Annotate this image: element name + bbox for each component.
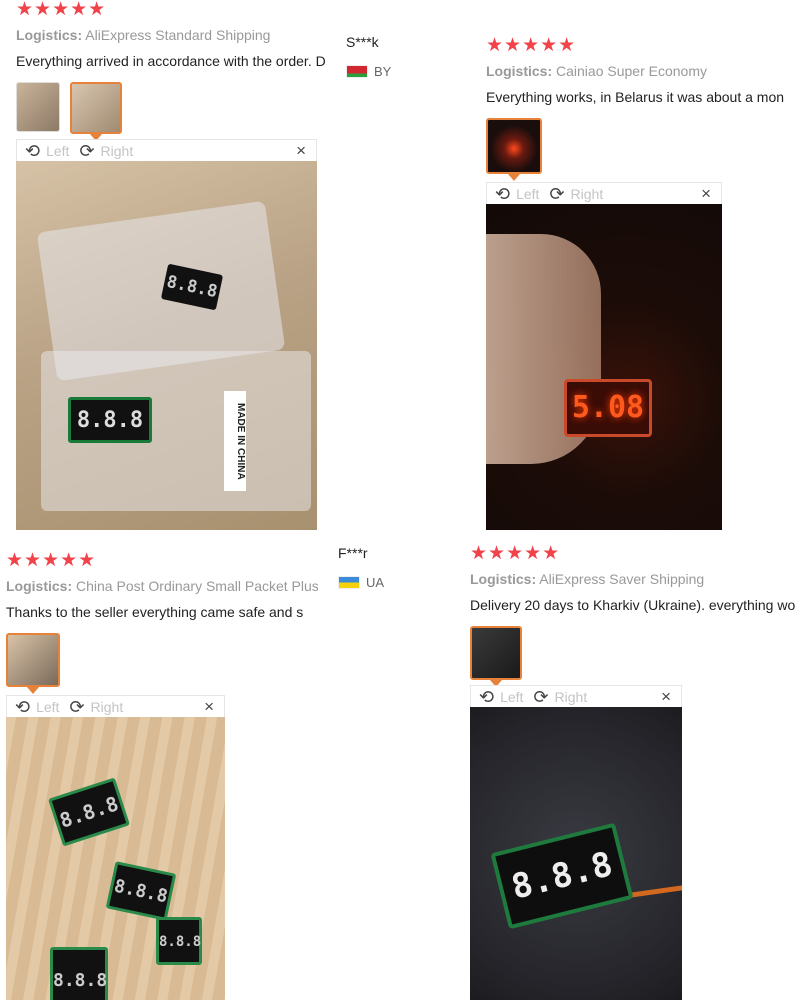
rating-stars: ★★★★★ — [470, 544, 561, 564]
voltmeter-display: 5.08 — [564, 379, 652, 437]
reviewer-info: S***k BY — [346, 34, 391, 79]
rotate-right-icon: ⟳ — [69, 696, 85, 717]
thumbnail-1[interactable] — [16, 82, 60, 132]
viewer-toolbar: ⟲ Left ⟳ Right × — [470, 685, 682, 707]
rotate-right-button[interactable]: ⟳ Right — [79, 142, 133, 160]
reviewer-info: F***r UA — [338, 545, 384, 590]
voltmeter-display: 8.8.8 — [490, 822, 634, 930]
close-icon[interactable]: × — [204, 697, 214, 717]
image-viewer-2: ⟲ Left ⟳ Right × 5.08 — [486, 182, 722, 530]
rotate-left-icon: ⟲ — [25, 140, 41, 161]
rotate-right-button[interactable]: ⟳ Right — [549, 185, 603, 203]
thumbnail-strip — [16, 82, 336, 134]
voltmeter-display: 8.8.8 — [68, 397, 152, 443]
close-icon[interactable]: × — [296, 141, 306, 161]
close-icon[interactable]: × — [661, 687, 671, 707]
image-viewer-4: ⟲ Left ⟳ Right × 8.8.8 — [470, 685, 682, 1000]
review-text: Everything works, in Belarus it was abou… — [486, 89, 785, 105]
rotate-right-button[interactable]: ⟳ Right — [69, 698, 123, 716]
reviewer-name: F***r — [338, 545, 368, 561]
flag-icon — [338, 576, 360, 589]
rotate-left-icon: ⟲ — [15, 696, 31, 717]
viewer-toolbar: ⟲ Left ⟳ Right × — [16, 139, 317, 161]
voltmeter-display: 8.8.8 — [156, 917, 202, 965]
thumbnail-strip — [6, 633, 318, 687]
rotate-left-icon: ⟲ — [495, 183, 511, 204]
rotate-right-icon: ⟳ — [549, 183, 565, 204]
rotate-left-icon: ⟲ — [479, 686, 495, 707]
review-4: ★★★★★ Logistics: AliExpress Saver Shippi… — [470, 544, 800, 694]
review-text: Thanks to the seller everything came saf… — [6, 604, 304, 620]
logistics-value: AliExpress Saver Shipping — [539, 571, 705, 587]
rotate-left-button[interactable]: ⟲ Left — [495, 185, 539, 203]
reviewer-name: S***k — [346, 34, 379, 50]
rating-stars: ★★★★★ — [486, 36, 577, 56]
flag-icon — [346, 65, 368, 78]
logistics-line: Logistics: AliExpress Standard Shipping — [16, 26, 336, 44]
review-photo: 8.8.8 8.8.8 MADE IN CHINA — [16, 161, 317, 530]
review-photo: 8.8.8 — [470, 707, 682, 1000]
voltmeter-display: 8.8.8 — [50, 947, 108, 1000]
logistics-label: Logistics: — [16, 27, 83, 43]
rotate-right-icon: ⟳ — [533, 686, 549, 707]
reviewer-country: UA — [338, 575, 384, 590]
rotate-left-button[interactable]: ⟲ Left — [479, 688, 523, 706]
package-label: MADE IN CHINA — [224, 391, 246, 491]
logistics-value: AliExpress Standard Shipping — [85, 27, 271, 43]
thumbnail-1[interactable] — [470, 626, 522, 680]
logistics-value: Cainiao Super Economy — [556, 63, 707, 79]
review-text: Everything arrived in accordance with th… — [16, 53, 326, 69]
review-3: ★★★★★ Logistics: China Post Ordinary Sma… — [6, 551, 318, 701]
rotate-right-icon: ⟳ — [79, 140, 95, 161]
thumbnail-strip — [486, 118, 800, 174]
review-2: ★★★★★ Logistics: Cainiao Super Economy E… — [486, 36, 800, 186]
voltmeter-display: 8.8.8 — [47, 777, 131, 847]
rating-stars: ★★★★★ — [16, 0, 107, 20]
rotate-right-button[interactable]: ⟳ Right — [533, 688, 587, 706]
rating-stars: ★★★★★ — [6, 551, 97, 571]
thumbnail-1[interactable] — [486, 118, 542, 174]
thumbnail-2[interactable] — [70, 82, 122, 134]
logistics-line: Logistics: China Post Ordinary Small Pac… — [6, 577, 318, 595]
review-photo: 5.08 — [486, 204, 722, 530]
review-photo: 8.8.8 8.8.8 8.8.8 8.8.8 — [6, 717, 225, 1000]
close-icon[interactable]: × — [701, 184, 711, 204]
review-text: Delivery 20 days to Kharkiv (Ukraine). e… — [470, 597, 796, 613]
logistics-line: Logistics: AliExpress Saver Shipping — [470, 570, 800, 588]
thumbnail-strip — [470, 626, 800, 680]
viewer-toolbar: ⟲ Left ⟳ Right × — [6, 695, 225, 717]
logistics-line: Logistics: Cainiao Super Economy — [486, 62, 800, 80]
logistics-value: China Post Ordinary Small Packet Plus — [76, 578, 318, 594]
rotate-left-button[interactable]: ⟲ Left — [25, 142, 69, 160]
image-viewer-1: ⟲ Left ⟳ Right × 8.8.8 8.8.8 MADE IN CHINA — [16, 139, 317, 530]
reviewer-country: BY — [346, 64, 391, 79]
image-viewer-3: ⟲ Left ⟳ Right × 8.8.8 8.8.8 8.8.8 8.8.8 — [6, 695, 225, 1000]
rotate-left-button[interactable]: ⟲ Left — [15, 698, 59, 716]
logistics-label: Logistics: — [6, 578, 73, 594]
logistics-label: Logistics: — [470, 571, 537, 587]
voltmeter-display: 8.8.8 — [105, 861, 177, 921]
logistics-label: Logistics: — [486, 63, 553, 79]
thumbnail-1[interactable] — [6, 633, 60, 687]
viewer-toolbar: ⟲ Left ⟳ Right × — [486, 182, 722, 204]
